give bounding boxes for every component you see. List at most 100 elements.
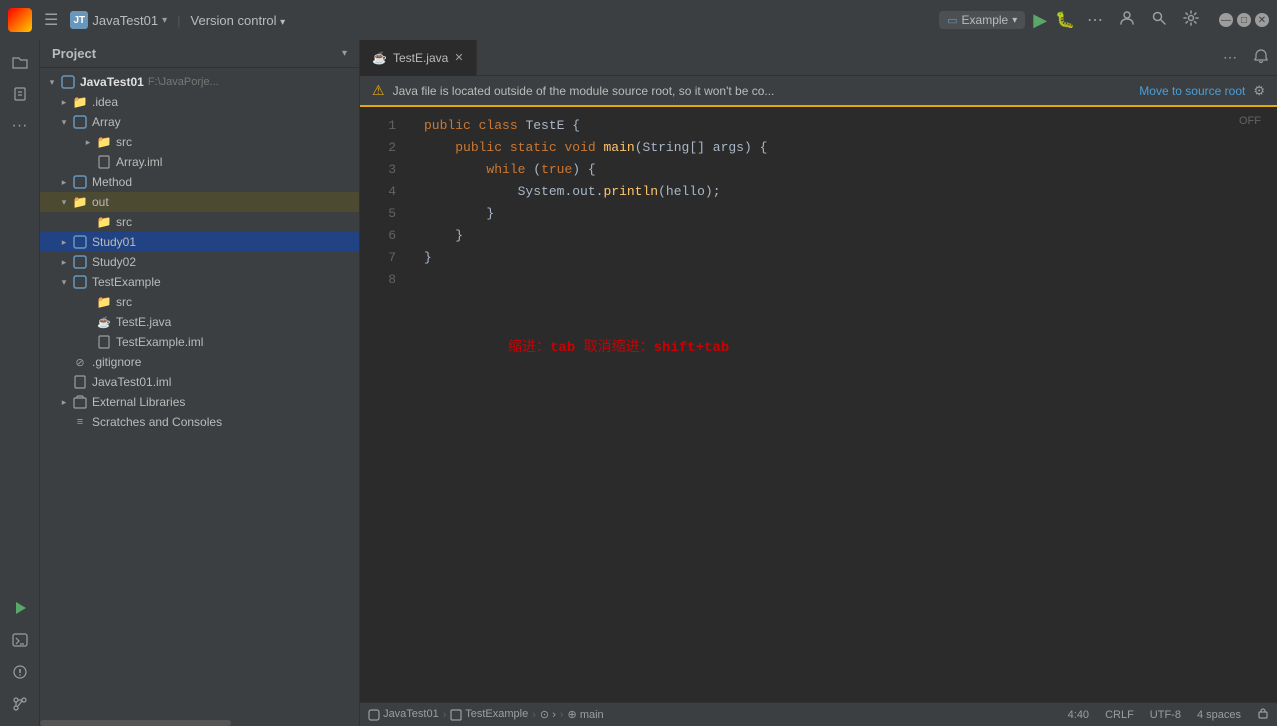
- hint-line: 缩进：tab 取消缩进：shift+tab: [424, 315, 1261, 337]
- tree-item-javatest01-iml[interactable]: JavaTest01.iml: [40, 372, 359, 392]
- project-switcher[interactable]: JT JavaTest01 ▾: [70, 11, 167, 29]
- line-num-3: 3: [360, 159, 396, 181]
- tree-arrow-study01: [56, 234, 72, 250]
- tree-label-javatest01-iml: JavaTest01.iml: [92, 375, 171, 389]
- run-sidebar-button[interactable]: [6, 594, 34, 622]
- breadcrumb-project[interactable]: JavaTest01: [368, 708, 439, 720]
- project-header: Project ▾: [40, 40, 359, 68]
- tree-arrow-gitignore: [56, 354, 72, 370]
- minimize-button[interactable]: —: [1219, 13, 1233, 27]
- main-layout: ··· Project ▾ JavaTest01: [0, 40, 1277, 726]
- tree-arrow-array-src: [80, 134, 96, 150]
- breadcrumb-sep-2: ›: [532, 709, 536, 721]
- status-bar: JavaTest01 › TestExample › ⊙ › › ⊕ main: [360, 702, 1277, 726]
- tree-item-scratches[interactable]: ≡ Scratches and Consoles: [40, 412, 359, 432]
- tree-arrow-out-src: [80, 214, 96, 230]
- tree-item-array[interactable]: Array: [40, 112, 359, 132]
- more-options-button[interactable]: ⋯: [1083, 6, 1107, 34]
- project-name: JavaTest01: [92, 13, 158, 28]
- tree-item-method[interactable]: Method: [40, 172, 359, 192]
- tree-item-gitignore[interactable]: ⊘ .gitignore: [40, 352, 359, 372]
- terminal-button[interactable]: [6, 626, 34, 654]
- tree-label-testexample-iml: TestExample.iml: [116, 335, 203, 349]
- problems-button[interactable]: [6, 658, 34, 686]
- code-line-5: }: [424, 203, 1261, 225]
- tree-item-testexample-iml[interactable]: TestExample.iml: [40, 332, 359, 352]
- breadcrumb-module[interactable]: TestExample: [450, 708, 528, 720]
- vcs-sidebar-button[interactable]: [6, 690, 34, 718]
- project-chevron-icon: ▾: [342, 48, 347, 59]
- tree-root[interactable]: JavaTest01 F:\JavaPorje...: [40, 72, 359, 92]
- module-icon: [60, 74, 76, 90]
- tree-item-ext-libs[interactable]: External Libraries: [40, 392, 359, 412]
- code-line-4: System.out.println(hello);: [424, 181, 1261, 203]
- breadcrumb-sep-1: ›: [443, 709, 447, 721]
- warning-settings-icon[interactable]: ⚙: [1253, 83, 1265, 99]
- tree-label-testexample: TestExample: [92, 275, 161, 289]
- vcs-menu[interactable]: Version control ▾: [191, 13, 286, 28]
- run-button[interactable]: ▶: [1033, 10, 1047, 31]
- tree-root-path: F:\JavaPorje...: [148, 76, 219, 88]
- code-line-7: }: [424, 247, 1261, 269]
- tree-item-out[interactable]: 📁 out: [40, 192, 359, 212]
- line-ending[interactable]: CRLF: [1105, 709, 1134, 721]
- tree-label-idea: .idea: [92, 95, 118, 109]
- line-num-5: 5: [360, 203, 396, 225]
- tree-label-array: Array: [92, 115, 121, 129]
- tree-item-teste-java[interactable]: ☕ TestE.java: [40, 312, 359, 332]
- run-area: ▭ Example ▾ ▶ 🐛 ⋯: [939, 6, 1107, 34]
- tree-item-array-src[interactable]: 📁 src: [40, 132, 359, 152]
- status-right: 4:40 CRLF UTF-8 4 spaces: [1068, 707, 1269, 722]
- project-tree: JavaTest01 F:\JavaPorje... 📁 .idea Array: [40, 68, 359, 718]
- tree-item-idea[interactable]: 📁 .idea: [40, 92, 359, 112]
- encoding[interactable]: UTF-8: [1150, 709, 1181, 721]
- module-icon-method: [72, 174, 88, 190]
- module-icon-study02: [72, 254, 88, 270]
- bookmarks-button[interactable]: [6, 80, 34, 108]
- code-content[interactable]: public class TestE { public static void …: [408, 107, 1277, 702]
- code-line-1: public class TestE {: [424, 115, 1261, 137]
- project-scrollbar-thumb: [40, 720, 231, 726]
- tree-item-out-src[interactable]: 📁 src: [40, 212, 359, 232]
- project-chevron-icon: ▾: [162, 15, 167, 26]
- run-configuration[interactable]: ▭ Example ▾: [939, 11, 1025, 29]
- tab-close-teste[interactable]: ✕: [454, 51, 463, 64]
- project-panel: Project ▾ JavaTest01 F:\JavaPorje... 📁 .…: [40, 40, 360, 726]
- folder-view-button[interactable]: [6, 48, 34, 76]
- tree-item-study02[interactable]: Study02: [40, 252, 359, 272]
- tab-teste-java[interactable]: ☕ TestE.java ✕: [360, 40, 477, 76]
- tree-item-array-iml[interactable]: Array.iml: [40, 152, 359, 172]
- breadcrumb-class[interactable]: ⊙ ›: [540, 708, 556, 721]
- line-numbers: 1 2 3 4 5 6 7 8: [360, 107, 408, 702]
- breadcrumb-method[interactable]: ⊕ main: [568, 708, 604, 721]
- lock-icon[interactable]: [1257, 707, 1269, 722]
- app-logo: [8, 8, 32, 32]
- notifications-button[interactable]: [1245, 48, 1277, 67]
- code-editor[interactable]: 1 2 3 4 5 6 7 8 public class TestE { pub…: [360, 107, 1277, 702]
- search-button[interactable]: [1147, 6, 1171, 35]
- tree-arrow-te-src: [80, 294, 96, 310]
- more-sidebar-button[interactable]: ···: [6, 112, 34, 140]
- tree-arrow-scratches: [56, 414, 72, 430]
- settings-button[interactable]: [1179, 6, 1203, 35]
- profile-button[interactable]: [1115, 6, 1139, 35]
- tree-label-ext-libs: External Libraries: [92, 395, 185, 409]
- folder-icon-out: 📁: [72, 194, 88, 210]
- project-icon: JT: [70, 11, 88, 29]
- indent-setting[interactable]: 4 spaces: [1197, 709, 1241, 721]
- cursor-position[interactable]: 4:40: [1068, 709, 1089, 721]
- menu-button[interactable]: ☰: [40, 6, 62, 34]
- move-to-source-root-button[interactable]: Move to source root: [1139, 84, 1245, 98]
- tree-label-study01: Study01: [92, 235, 136, 249]
- close-button[interactable]: ✕: [1255, 13, 1269, 27]
- line-num-2: 2: [360, 137, 396, 159]
- tree-item-testexample[interactable]: TestExample: [40, 272, 359, 292]
- gitignore-icon: ⊘: [72, 354, 88, 370]
- file-icon-testexample-iml: [96, 334, 112, 350]
- debug-button[interactable]: 🐛: [1055, 10, 1075, 30]
- tree-item-te-src[interactable]: 📁 src: [40, 292, 359, 312]
- project-scrollbar[interactable]: [40, 718, 359, 726]
- tree-item-study01[interactable]: Study01: [40, 232, 359, 252]
- tab-more-button[interactable]: ⋯: [1215, 49, 1245, 66]
- maximize-button[interactable]: □: [1237, 13, 1251, 27]
